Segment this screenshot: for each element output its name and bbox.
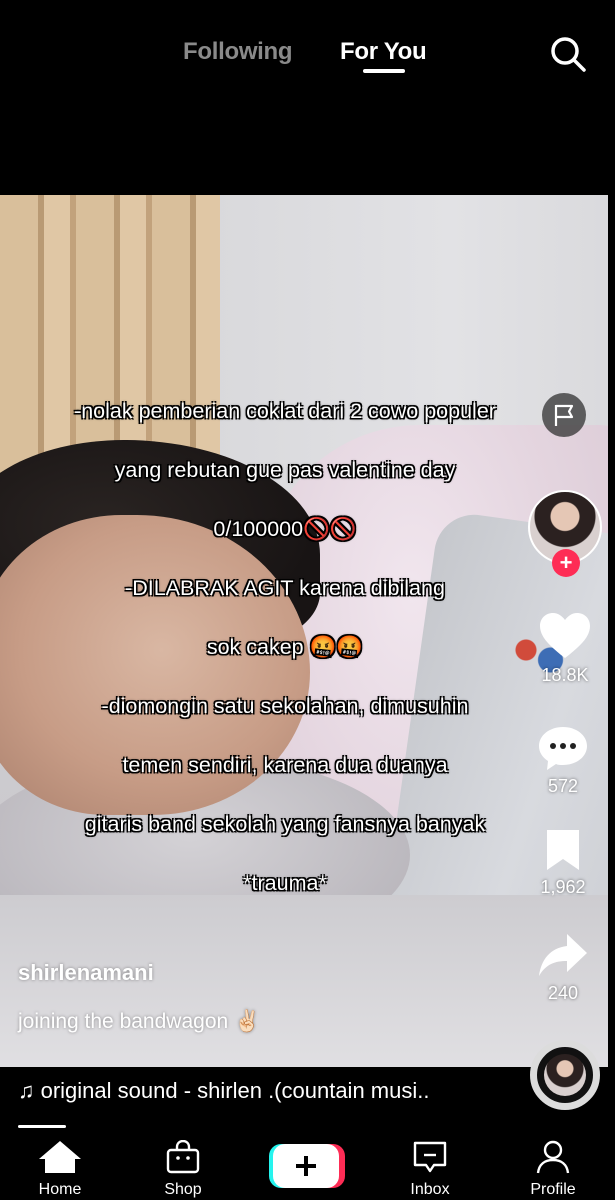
active-tab-indicator (363, 69, 405, 73)
share-button[interactable]: 240 (528, 932, 598, 1004)
share-count: 240 (547, 983, 579, 1003)
comment-icon (539, 727, 587, 770)
comment-count: 572 (547, 776, 579, 796)
share-arrow-icon (539, 934, 587, 976)
top-bar: Following For You (0, 0, 615, 195)
nav-profile[interactable]: Profile (508, 1140, 598, 1199)
report-button[interactable] (542, 393, 586, 437)
save-count: 1,962 (540, 877, 586, 897)
nav-profile-label: Profile (530, 1181, 576, 1198)
nav-inbox[interactable]: Inbox (385, 1140, 475, 1199)
like-button[interactable]: 18.8K (530, 612, 600, 686)
inbox-icon (413, 1141, 447, 1173)
heart-icon (540, 613, 590, 658)
nav-home[interactable]: Home (15, 1140, 105, 1199)
follow-button[interactable]: + (552, 549, 580, 577)
caption-line: -DILABRAK AGIT karena dibilang (125, 575, 445, 600)
caption-line: -diomongin satu sekolahan, dimusuhin (101, 693, 469, 718)
caption-line: sok cakep 🤬🤬 (206, 634, 364, 659)
tab-for-you[interactable]: For You (340, 38, 427, 66)
caption-line: *trauma* (243, 870, 327, 895)
creator-username[interactable]: shirlenamani (18, 960, 154, 986)
caption-line: temen sendiri, karena dua duanya (122, 752, 448, 777)
search-icon (551, 37, 586, 72)
nav-home-label: Home (38, 1181, 82, 1198)
like-count: 18.8K (541, 665, 589, 685)
comment-button[interactable]: 572 (528, 725, 598, 797)
nav-shop-label: Shop (164, 1181, 202, 1198)
bookmark-icon (547, 830, 579, 870)
sound-disc-avatar (544, 1054, 586, 1096)
sound-label[interactable]: ♫ original sound - shirlen .(countain mu… (18, 1078, 429, 1104)
create-plus-icon (269, 1144, 345, 1188)
flag-icon (554, 404, 574, 426)
profile-icon (536, 1140, 570, 1174)
sound-disc-button[interactable] (530, 1040, 600, 1110)
tab-following[interactable]: Following (183, 38, 293, 66)
caption-line: -nolak pemberian coklat dari 2 cowo popu… (74, 398, 496, 423)
video-progress-bar[interactable] (18, 1125, 66, 1128)
video-caption-overlay: -nolak pemberian coklat dari 2 cowo popu… (0, 367, 570, 928)
caption-line: yang rebutan gue pas valentine day (114, 457, 456, 482)
caption-line: 0/100000🚫🚫 (213, 516, 357, 541)
shopping-bag-icon (166, 1139, 200, 1174)
video-description: joining the bandwagon ✌🏻 (18, 1010, 261, 1033)
home-icon (39, 1141, 81, 1173)
nav-shop[interactable]: Shop (138, 1139, 228, 1199)
save-button[interactable]: 1,962 (528, 828, 598, 898)
nav-inbox-label: Inbox (410, 1181, 450, 1198)
search-button[interactable] (548, 34, 588, 74)
create-button[interactable] (267, 1142, 347, 1190)
caption-line: gitaris band sekolah yang fansnya banyak (84, 811, 486, 836)
